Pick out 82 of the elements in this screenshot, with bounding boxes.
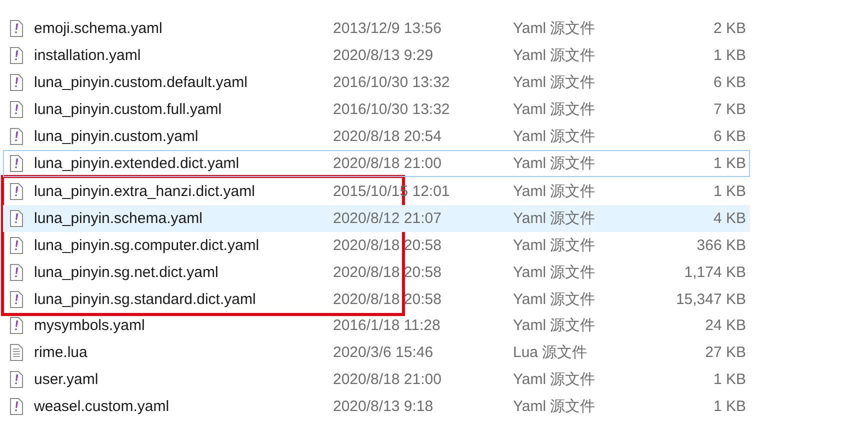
file-name: rime.lua (34, 344, 88, 361)
yaml-file-icon (10, 317, 23, 334)
file-row[interactable]: emoji.schema.yaml 2013/12/9 13:56 Yaml 源文件 2 KB (3, 15, 750, 42)
file-size: 1 KB (712, 47, 746, 64)
yaml-file-icon (10, 101, 23, 118)
file-type: Yaml 源文件 (513, 100, 596, 119)
file-row[interactable]: weasel.custom.yaml 2020/8/13 9:18 Yaml 源文件 1 KB (3, 393, 750, 420)
modified-date: 2016/10/30 13:32 (333, 101, 451, 118)
file-row[interactable]: luna_pinyin.custom.default.yaml 2016/10/30 13:32 Yaml 源文件 6 KB (3, 69, 750, 96)
modified-date: 2016/1/18 11:28 (333, 317, 442, 334)
file-size: 4 KB (712, 210, 746, 227)
yaml-file-icon (10, 20, 23, 37)
file-type: Yaml 源文件 (513, 127, 596, 146)
file-type: Yaml 源文件 (513, 154, 596, 173)
modified-date: 2020/3/6 15:46 (333, 344, 434, 361)
file-name: luna_pinyin.extended.dict.yaml (34, 155, 240, 172)
file-name: user.yaml (34, 371, 100, 388)
yaml-file-icon (10, 237, 23, 254)
file-row[interactable]: installation.yaml 2020/8/13 9:29 Yaml 源文件 1 KB (3, 42, 750, 69)
file-name: luna_pinyin.extra_hanzi.dict.yaml (34, 183, 256, 200)
file-size: 1,174 KB (683, 264, 746, 281)
yaml-file-icon (10, 291, 23, 308)
modified-date: 2020/8/18 20:54 (333, 128, 442, 145)
file-size: 6 KB (712, 74, 746, 91)
modified-date: 2020/8/13 9:29 (333, 47, 434, 64)
file-type: Yaml 源文件 (513, 46, 596, 65)
file-type: Yaml 源文件 (513, 290, 596, 309)
file-size: 6 KB (712, 128, 746, 145)
file-name: luna_pinyin.sg.computer.dict.yaml (34, 237, 260, 254)
file-size: 7 KB (712, 101, 746, 118)
file-size: 24 KB (704, 317, 746, 334)
file-name: luna_pinyin.sg.net.dict.yaml (34, 264, 220, 281)
modified-date: 2020/8/12 21:07 (333, 210, 442, 227)
yaml-file-icon (10, 155, 23, 172)
modified-date: 2020/8/18 21:00 (333, 371, 442, 388)
file-size: 1 KB (712, 371, 746, 388)
file-row[interactable]: rime.lua 2020/3/6 15:46 Lua 源文件 27 KB (3, 339, 750, 366)
modified-date: 2020/8/18 21:00 (333, 155, 442, 172)
file-size: 366 KB (696, 237, 746, 254)
file-type: Yaml 源文件 (513, 397, 596, 416)
file-type: Yaml 源文件 (513, 263, 596, 282)
file-type: Yaml 源文件 (513, 73, 596, 92)
yaml-file-icon (10, 183, 23, 200)
file-type: Yaml 源文件 (513, 209, 596, 228)
file-size: 27 KB (704, 344, 746, 361)
text-file-icon (10, 344, 23, 361)
yaml-file-icon (10, 128, 23, 145)
file-name: emoji.schema.yaml (34, 20, 164, 37)
modified-date: 2013/12/9 13:56 (333, 20, 442, 37)
file-row[interactable]: luna_pinyin.schema.yaml 2020/8/12 21:07 Yaml 源文件 4 KB (3, 205, 750, 232)
file-row[interactable]: luna_pinyin.custom.yaml 2020/8/18 20:54 Yaml 源文件 6 KB (3, 123, 750, 150)
file-type: Yaml 源文件 (513, 236, 596, 255)
file-size: 1 KB (712, 155, 746, 172)
file-type: Yaml 源文件 (513, 370, 596, 389)
file-size: 15,347 KB (674, 291, 746, 308)
yaml-file-icon (10, 371, 23, 388)
file-row[interactable]: mysymbols.yaml 2016/1/18 11:28 Yaml 源文件 24 KB (3, 312, 750, 339)
file-type: Yaml 源文件 (513, 182, 596, 201)
file-row[interactable]: luna_pinyin.extended.dict.yaml 2020/8/18 21:00 Yaml 源文件 1 KB (3, 150, 750, 177)
file-name: weasel.custom.yaml (34, 398, 170, 415)
file-name: luna_pinyin.schema.yaml (34, 210, 204, 227)
file-row[interactable]: luna_pinyin.custom.full.yaml 2016/10/30 13:32 Yaml 源文件 7 KB (3, 96, 750, 123)
file-type: Yaml 源文件 (513, 316, 596, 335)
yaml-file-icon (10, 47, 23, 64)
file-name: luna_pinyin.custom.full.yaml (34, 101, 223, 118)
file-name: luna_pinyin.sg.standard.dict.yaml (34, 291, 257, 308)
file-type: Yaml 源文件 (513, 19, 596, 38)
file-row[interactable]: user.yaml 2020/8/18 21:00 Yaml 源文件 1 KB (3, 366, 750, 393)
yaml-file-icon (10, 398, 23, 415)
modified-date: 2016/10/30 13:32 (333, 74, 451, 91)
file-name: installation.yaml (34, 47, 142, 64)
file-size: 1 KB (712, 183, 746, 200)
file-name: mysymbols.yaml (34, 317, 146, 334)
file-size: 2 KB (712, 20, 746, 37)
file-name: luna_pinyin.custom.yaml (34, 128, 200, 145)
file-name: luna_pinyin.custom.default.yaml (34, 74, 248, 91)
modified-date: 2020/8/13 9:18 (333, 398, 434, 415)
file-type: Lua 源文件 (513, 343, 588, 362)
yaml-file-icon (10, 210, 23, 227)
yaml-file-icon (10, 74, 23, 91)
yaml-file-icon (10, 264, 23, 281)
file-size: 1 KB (712, 398, 746, 415)
